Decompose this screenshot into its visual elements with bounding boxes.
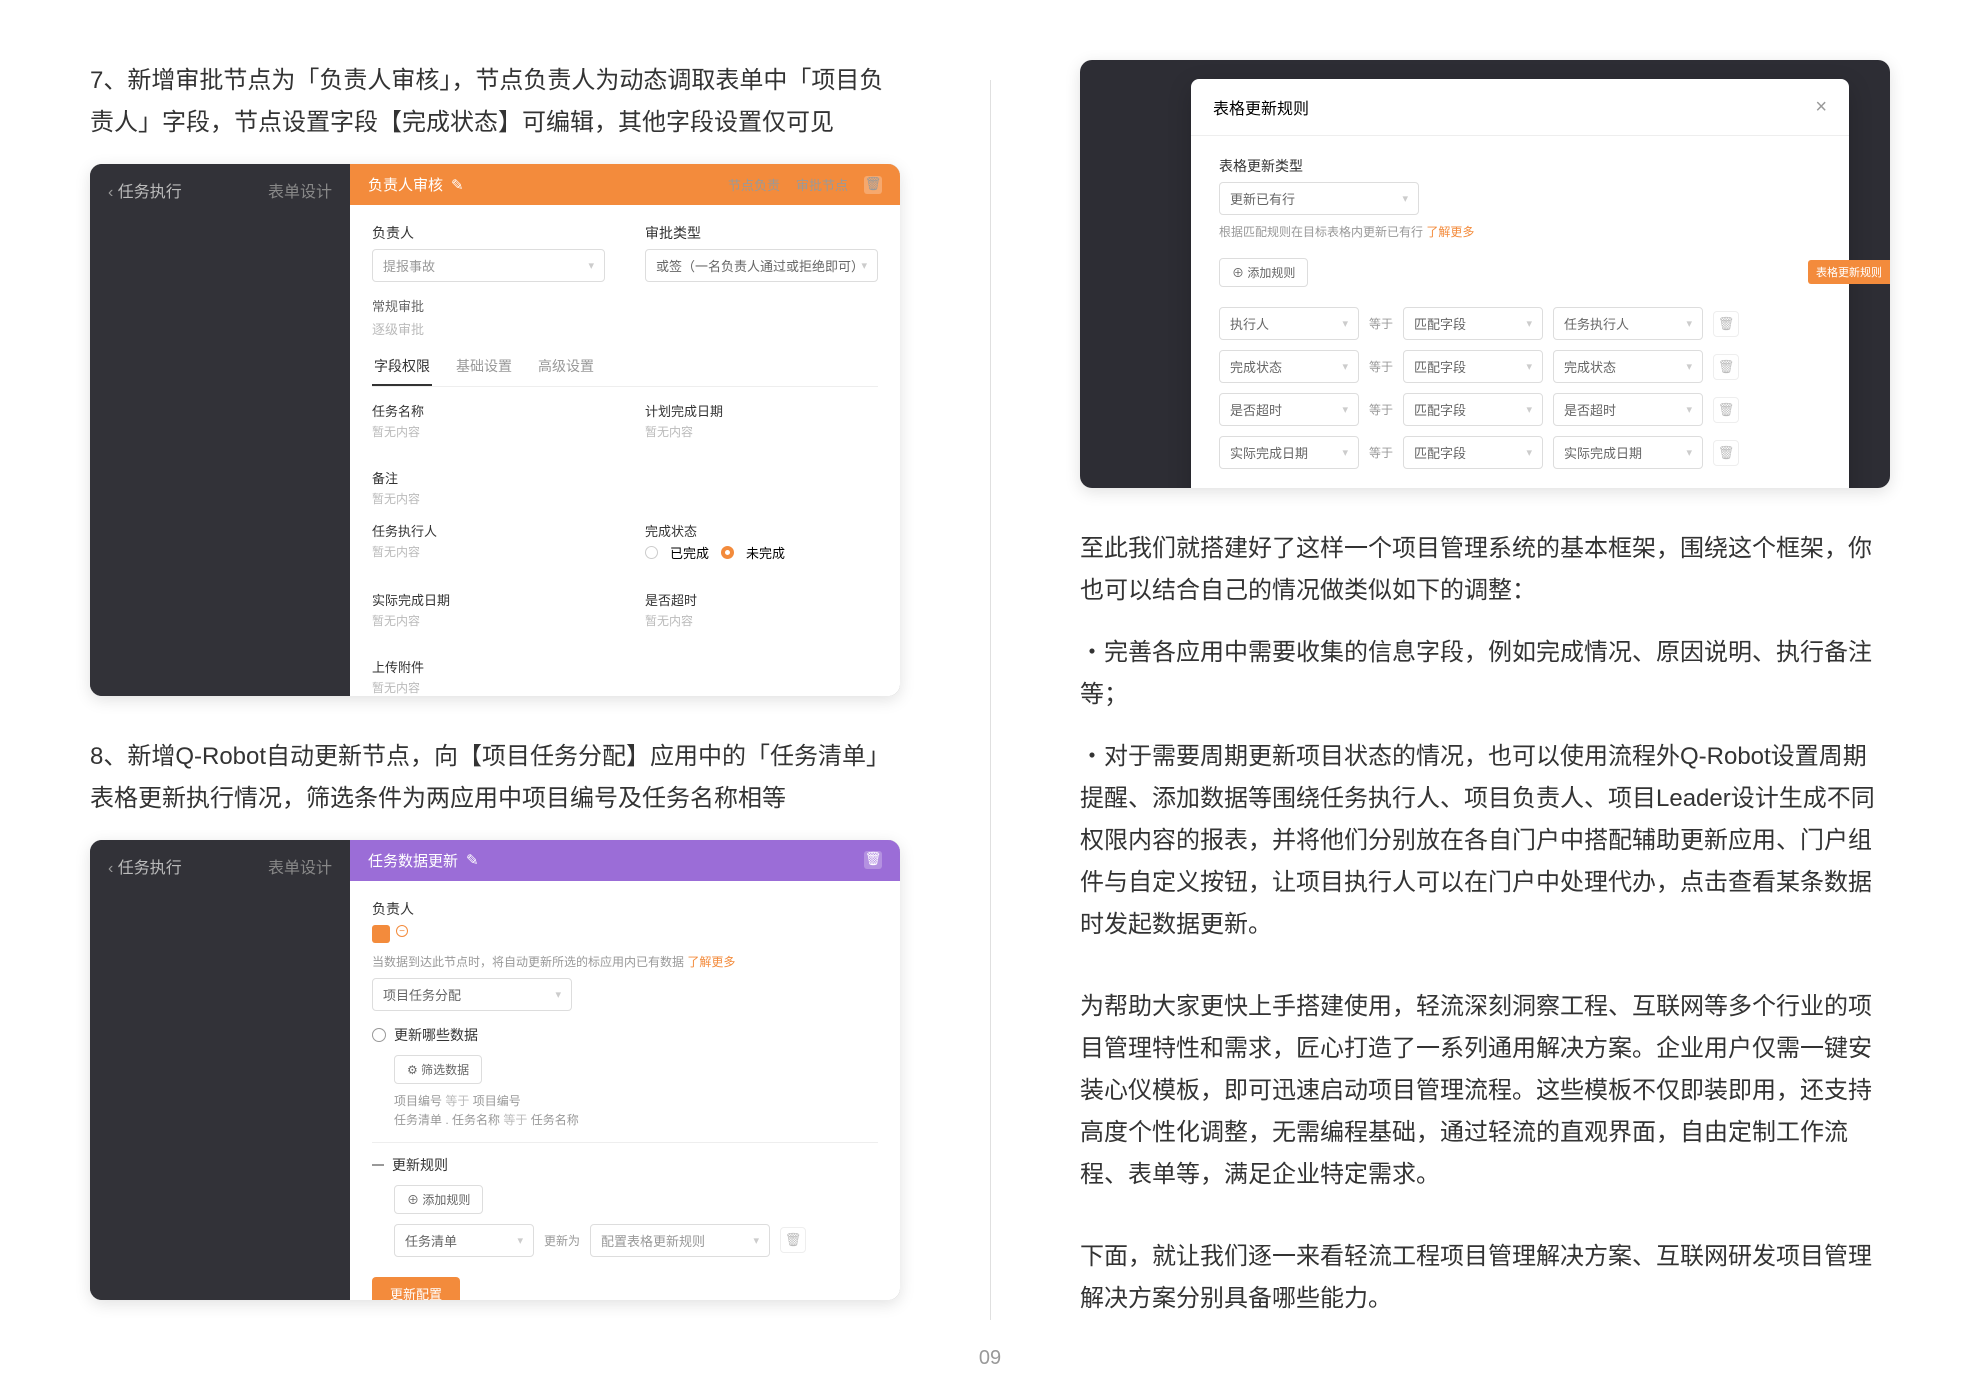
update-type-select[interactable]: 更新已有行▾ — [1219, 182, 1419, 215]
shot1-tabs: 字段权限 基础设置 高级设置 — [372, 348, 878, 387]
approval-type-select[interactable]: 或签（一名负责人通过或拒绝即可）▾ — [645, 249, 878, 282]
responsible-select[interactable]: 提报事故▾ — [372, 249, 605, 282]
tasklist-select[interactable]: 任务清单▾ — [394, 1224, 534, 1257]
right-p2: 为帮助大家更快上手搭建使用，轻流深刻洞察工程、互联网等多个行业的项目管理特性和需… — [1080, 986, 1890, 1196]
tab-permission[interactable]: 字段权限 — [372, 348, 432, 386]
trash-icon[interactable]: 🗑 — [864, 851, 882, 869]
filter-button[interactable]: ⚙ 筛选数据 — [394, 1055, 482, 1084]
screenshot-3: 表格更新规则 表格更新规则 × 表格更新类型 更新已有行▾ 根据匹配规则在目标表… — [1080, 60, 1890, 488]
left-page: 7、新增审批节点为「负责人审核」，节点负责人为动态调取表单中「项目负责人」字段，… — [0, 60, 990, 1340]
radio-undone[interactable] — [721, 546, 734, 559]
config-rule-select[interactable]: 配置表格更新规则▾ — [590, 1224, 770, 1257]
screenshot-2: ‹ 任务执行 表单设计 任务数据更新✎ 🗑 负责人 − 当数据到达此节点时，将自… — [90, 840, 900, 1300]
right-p1: 至此我们就搭建好了这样一个项目管理系统的基本框架，围绕这个框架，你也可以结合自己… — [1080, 528, 1890, 612]
delete-icon[interactable]: 🗑 — [1713, 311, 1739, 337]
user-badge — [372, 925, 390, 943]
target-app-select[interactable]: 项目任务分配▾ — [372, 978, 572, 1011]
trash-icon[interactable]: 🗑 — [864, 176, 882, 194]
right-b2: ・对于需要周期更新项目状态的情况，也可以使用流程外Q-Robot设置周期提醒、添… — [1080, 736, 1890, 946]
right-page: 表格更新规则 表格更新规则 × 表格更新类型 更新已有行▾ 根据匹配规则在目标表… — [990, 60, 1980, 1340]
circle-icon — [372, 1028, 386, 1042]
screenshot-1: ‹ 任务执行 表单设计 负责人审核✎ 节点负责 审批节点 🗑 负责人 提报事故▾ — [90, 164, 900, 696]
page-divider — [990, 80, 991, 1320]
delete-icon[interactable]: 🗑 — [1713, 440, 1739, 466]
rule-row-2: 完成状态▾ 等于 匹配字段▾ 完成状态▾ 🗑 — [1219, 350, 1821, 383]
tab-advanced[interactable]: 高级设置 — [536, 348, 596, 386]
minus-icon[interactable]: − — [396, 925, 408, 937]
shot2-sidebar: ‹ 任务执行 表单设计 — [90, 840, 350, 1300]
back-icon: ‹ — [108, 184, 118, 201]
step8-text: 8、新增Q-Robot自动更新节点，向【项目任务分配】应用中的「任务清单」表格更… — [90, 736, 900, 820]
learn-more-link[interactable]: 了解更多 — [1426, 225, 1474, 239]
step7-text: 7、新增审批节点为「负责人审核」，节点负责人为动态调取表单中「项目负责人」字段，… — [90, 60, 900, 144]
shot1-sidebar: ‹ 任务执行 表单设计 — [90, 164, 350, 696]
right-b1: ・完善各应用中需要收集的信息字段，例如完成情况、原因说明、执行备注等； — [1080, 632, 1890, 716]
radio-done[interactable] — [645, 546, 658, 559]
side-tag: 表格更新规则 — [1808, 260, 1890, 284]
update-config-button[interactable]: 更新配置 — [372, 1277, 460, 1300]
page-number: 09 — [979, 1347, 1001, 1370]
learn-more-link[interactable]: 了解更多 — [687, 955, 735, 969]
delete-icon[interactable]: 🗑 — [1713, 397, 1739, 423]
tab-basic[interactable]: 基础设置 — [454, 348, 514, 386]
right-p3: 下面，就让我们逐一来看轻流工程项目管理解决方案、互联网研发项目管理解决方案分别具… — [1080, 1236, 1890, 1320]
rule-row-3: 是否超时▾ 等于 匹配字段▾ 是否超时▾ 🗑 — [1219, 393, 1821, 426]
close-icon[interactable]: × — [1815, 96, 1827, 119]
add-rule-button[interactable]: ⊕ 添加规则 — [394, 1185, 483, 1214]
rule-row-1: 执行人▾ 等于 匹配字段▾ 任务执行人▾ 🗑 — [1219, 307, 1821, 340]
delete-icon[interactable]: 🗑 — [1713, 354, 1739, 380]
update-rule-modal: 表格更新规则 × 表格更新类型 更新已有行▾ 根据匹配规则在目标表格内更新已有行… — [1191, 79, 1849, 488]
edit-icon[interactable]: ✎ — [451, 176, 464, 194]
shot1-header: 负责人审核✎ 节点负责 审批节点 🗑 — [350, 164, 900, 205]
shot2-header: 任务数据更新✎ 🗑 — [350, 840, 900, 881]
delete-icon[interactable]: 🗑 — [780, 1227, 806, 1253]
edit-icon[interactable]: ✎ — [466, 851, 479, 869]
add-rule-button[interactable]: ⊕ 添加规则 — [1219, 258, 1308, 287]
rule-row-4: 实际完成日期▾ 等于 匹配字段▾ 实际完成日期▾ 🗑 — [1219, 436, 1821, 469]
